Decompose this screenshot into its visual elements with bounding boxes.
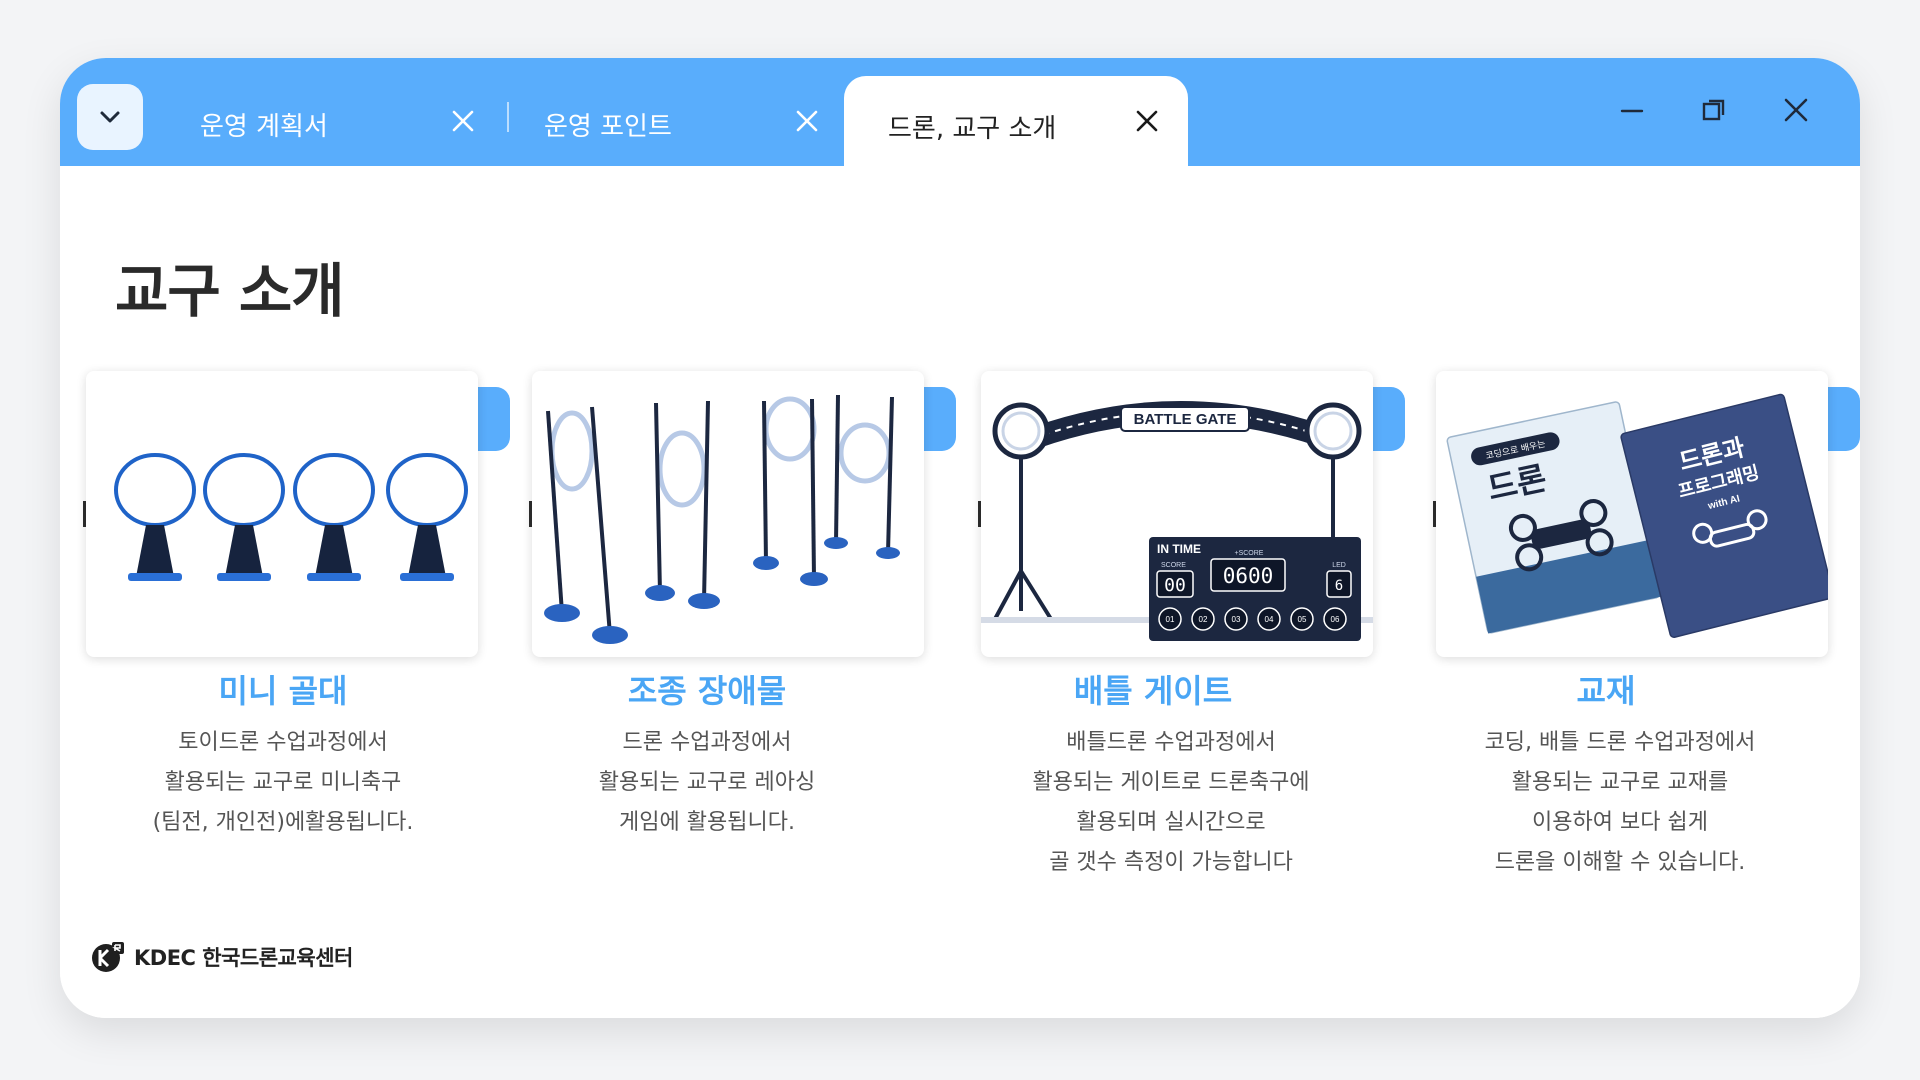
obstacle-illustration bbox=[544, 394, 900, 644]
feature-desc-line: (팀전, 개인전)에활용됩니다. bbox=[152, 810, 414, 835]
feature-title: 배틀 게이트 bbox=[1073, 672, 1233, 710]
feature-description: 드론 수업과정에서 활용되는 교구로 레아싱 게임에 활용됩니다. bbox=[497, 723, 917, 843]
restore-button[interactable] bbox=[1692, 88, 1736, 132]
feature-desc-line: 이용하여 보다 쉽게 bbox=[1532, 810, 1708, 835]
feature-desc-line: 드론을 이해할 수 있습니다. bbox=[1494, 850, 1746, 875]
feature-desc-line: 코딩, 배틀 드론 수업과정에서 bbox=[1484, 730, 1756, 755]
mini-goal-illustration bbox=[114, 453, 468, 581]
feature-desc-line: 드론 수업과정에서 bbox=[622, 730, 792, 755]
tab-bar: 운영 계획서 운영 포인트 드론, 교구 소개 bbox=[60, 58, 1860, 168]
tab-label: 드론, 교구 소개 bbox=[888, 114, 1057, 144]
feature-title: 교재 bbox=[1576, 672, 1636, 710]
feature-desc-line: 활용되는 게이트로 드론축구에 bbox=[1032, 770, 1310, 795]
gate-slot-label: 03 bbox=[1232, 615, 1241, 624]
feature-desc-line: 배틀드론 수업과정에서 bbox=[1066, 730, 1276, 755]
tab-operation-points[interactable]: 운영 포인트 bbox=[544, 76, 844, 166]
window-close-button[interactable] bbox=[1774, 88, 1818, 132]
textbook-image: 코딩으로 배우는 드론 드론과 프로그래밍 with AI bbox=[1436, 371, 1828, 657]
feature-description: 코딩, 배틀 드론 수업과정에서 활용되는 교구로 교재를 이용하여 보다 쉽게… bbox=[1410, 723, 1830, 883]
gate-score-value: 0600 bbox=[1223, 564, 1274, 588]
gate-led-label: LED bbox=[1332, 562, 1346, 569]
kdec-logo-icon bbox=[92, 942, 124, 972]
gate-slot-label: 04 bbox=[1265, 615, 1274, 624]
minimize-button[interactable] bbox=[1610, 88, 1654, 132]
gate-slot-label: 06 bbox=[1331, 615, 1340, 624]
feature-desc-line: 게임에 활용됩니다. bbox=[619, 810, 795, 835]
feature-card-obstacle[interactable] bbox=[529, 371, 956, 661]
feature-card-battle-gate[interactable]: BATTLE GATE IN TIME SCORE 00 +SCORE 0600… bbox=[978, 371, 1405, 661]
gate-slot-label: 05 bbox=[1298, 615, 1307, 624]
tab-menu-button[interactable] bbox=[77, 84, 143, 150]
feature-desc-line: 활용되는 교구로 교재를 bbox=[1511, 770, 1729, 795]
brand-logo: KDEC 한국드론교육센터 bbox=[90, 940, 353, 974]
textbook-illustration: 코딩으로 배우는 드론 드론과 프로그래밍 with AI bbox=[1446, 393, 1828, 638]
gate-slot-label: 02 bbox=[1199, 615, 1208, 624]
feature-title: 미니 골대 bbox=[218, 672, 348, 710]
logo-text: KDEC 한국드론교육센터 bbox=[134, 946, 353, 970]
obstacle-image bbox=[532, 371, 924, 657]
gate-slot-label: 01 bbox=[1166, 615, 1175, 624]
tab-label: 운영 계획서 bbox=[200, 112, 328, 142]
restore-icon bbox=[1702, 99, 1725, 121]
feature-description: 토이드론 수업과정에서 활용되는 교구로 미니축구 (팀전, 개인전)에활용됩니… bbox=[73, 723, 493, 843]
tab-label: 운영 포인트 bbox=[544, 112, 672, 142]
tab-operation-plan[interactable]: 운영 계획서 bbox=[200, 76, 500, 166]
gate-score-label: SCORE bbox=[1161, 562, 1186, 569]
feature-card-mini-goal[interactable] bbox=[83, 371, 510, 661]
gate-time-value: 00 bbox=[1164, 575, 1186, 596]
close-icon bbox=[796, 110, 818, 132]
battle-gate-image: BATTLE GATE IN TIME SCORE 00 +SCORE 0600… bbox=[981, 371, 1373, 657]
feature-title: 조종 장애물 bbox=[627, 672, 787, 710]
battle-gate-illustration: BATTLE GATE IN TIME SCORE 00 +SCORE 0600… bbox=[981, 401, 1373, 641]
feature-desc-line: 활용되는 교구로 레아싱 bbox=[598, 770, 816, 795]
feature-desc-line: 골 갯수 측정이 가능합니다 bbox=[1049, 850, 1293, 875]
mini-goal-image bbox=[86, 371, 478, 657]
gate-plus-score-label: +SCORE bbox=[1235, 550, 1264, 557]
page-title: 교구 소개 bbox=[115, 257, 345, 325]
tab-separator bbox=[507, 102, 509, 132]
close-icon bbox=[452, 110, 474, 132]
feature-card-textbook[interactable]: 코딩으로 배우는 드론 드론과 프로그래밍 with AI bbox=[1433, 371, 1860, 661]
gate-in-time-text: IN TIME bbox=[1157, 542, 1201, 556]
feature-description: 배틀드론 수업과정에서 활용되는 게이트로 드론축구에 활용되며 실시간으로 골… bbox=[961, 723, 1381, 883]
app-window: 운영 계획서 운영 포인트 드론, 교구 소개 교구 소개 BATTLE GAT… bbox=[60, 58, 1860, 1018]
minimize-icon bbox=[1620, 109, 1644, 113]
tab-close-button[interactable] bbox=[446, 104, 480, 138]
feature-desc-line: 활용되는 교구로 미니축구 bbox=[164, 770, 402, 795]
close-icon bbox=[1784, 98, 1808, 122]
close-icon bbox=[1136, 110, 1158, 132]
tab-close-button[interactable] bbox=[1130, 104, 1164, 138]
chevron-down-icon bbox=[100, 111, 120, 123]
tab-close-button[interactable] bbox=[790, 104, 824, 138]
feature-desc-line: 토이드론 수업과정에서 bbox=[178, 730, 388, 755]
feature-desc-line: 활용되며 실시간으로 bbox=[1076, 810, 1266, 835]
gate-led-value: 6 bbox=[1335, 578, 1343, 594]
tab-drone-tools[interactable]: 드론, 교구 소개 bbox=[844, 76, 1188, 168]
gate-banner-text: BATTLE GATE bbox=[1134, 411, 1237, 428]
